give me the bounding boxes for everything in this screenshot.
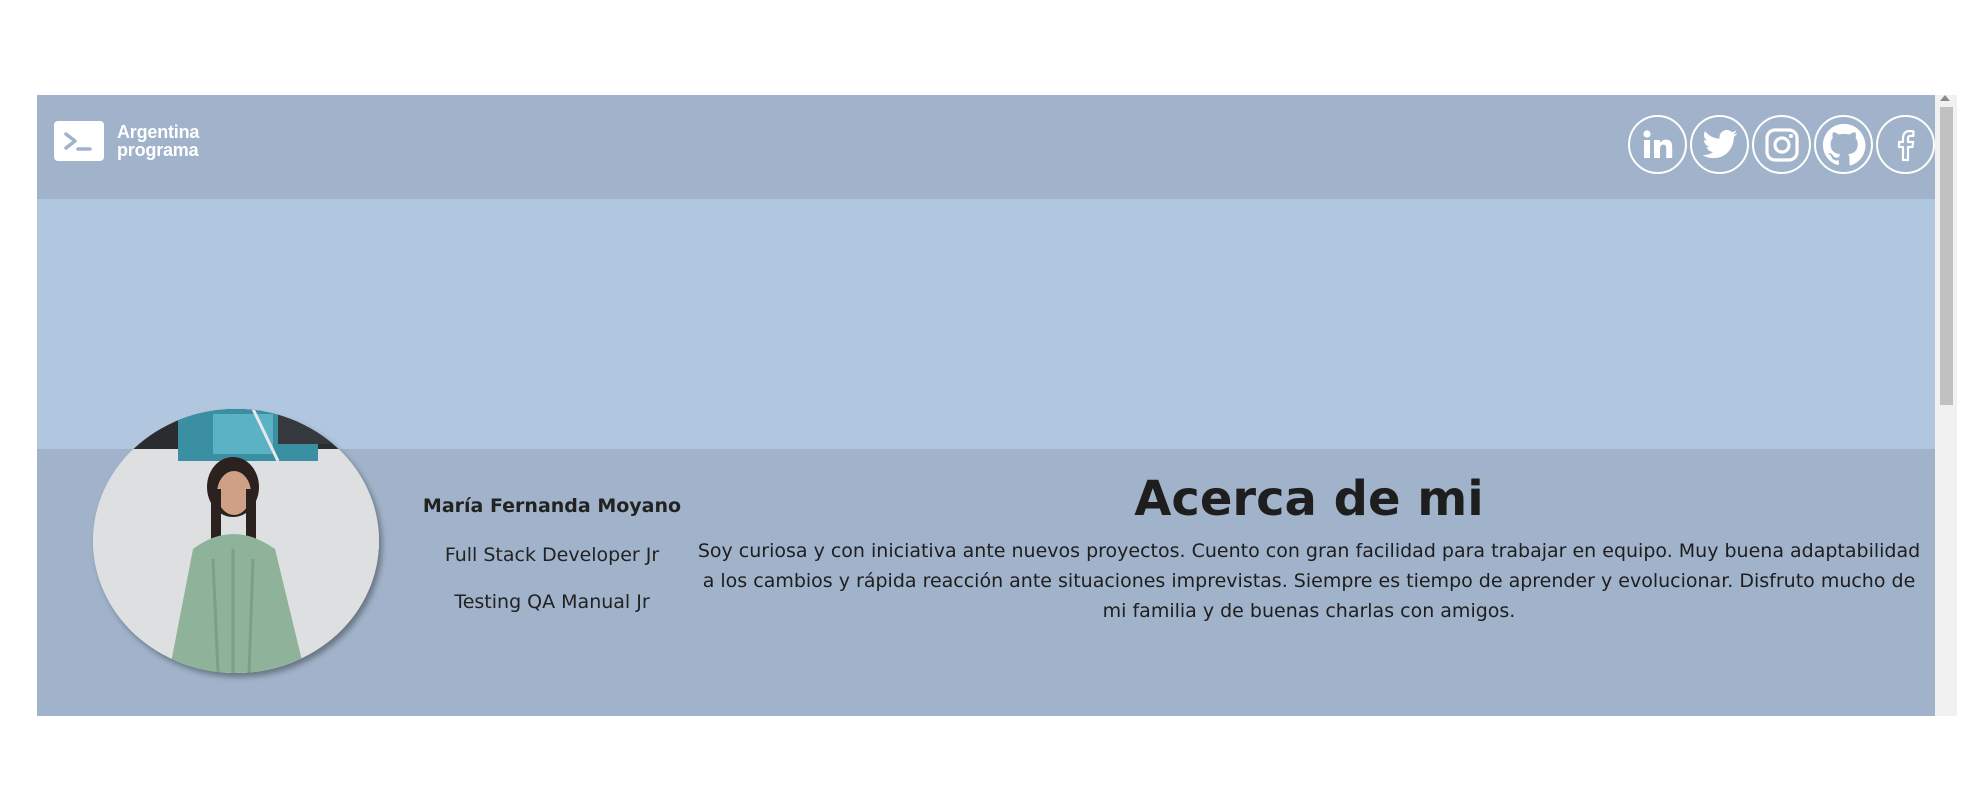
scroll-up-icon[interactable] [1940,95,1950,101]
twitter-link[interactable] [1690,115,1749,174]
scroll-thumb[interactable] [1940,107,1953,405]
brand-line-2: programa [117,140,199,160]
profile-info: María Fernanda Moyano Full Stack Develop… [397,495,707,638]
about-text: Soy curiosa y con iniciativa ante nuevos… [697,540,1921,622]
brand-line-1: Argentina [117,122,200,142]
social-links [1628,115,1935,174]
linkedin-link[interactable] [1628,115,1687,174]
terminal-icon [54,121,104,161]
github-link[interactable] [1814,115,1873,174]
profile-role: Full Stack Developer Jr [444,544,660,566]
profile-role: Testing QA Manual Jr [454,591,650,613]
vertical-scrollbar[interactable] [1935,95,1957,716]
profile-photo [93,409,379,673]
navbar: Argentina programa [37,95,1935,199]
github-icon [1822,123,1865,165]
instagram-icon [1764,127,1799,162]
brand-name: Argentina programa [117,123,199,159]
header-banner [37,199,1935,449]
profile-name: María Fernanda Moyano [422,495,682,517]
facebook-link[interactable] [1876,115,1935,174]
about-title: Acerca de mi [1134,471,1484,527]
instagram-link[interactable] [1752,115,1811,174]
page-frame: Argentina programa María Fernanda Moyano… [37,95,1957,716]
linkedin-icon [1642,129,1672,158]
twitter-icon [1702,129,1737,158]
brand-logo[interactable]: Argentina programa [54,121,199,161]
about-section: Acerca de mi Soy curiosa y con iniciativ… [694,470,1924,626]
facebook-icon [1897,129,1914,161]
